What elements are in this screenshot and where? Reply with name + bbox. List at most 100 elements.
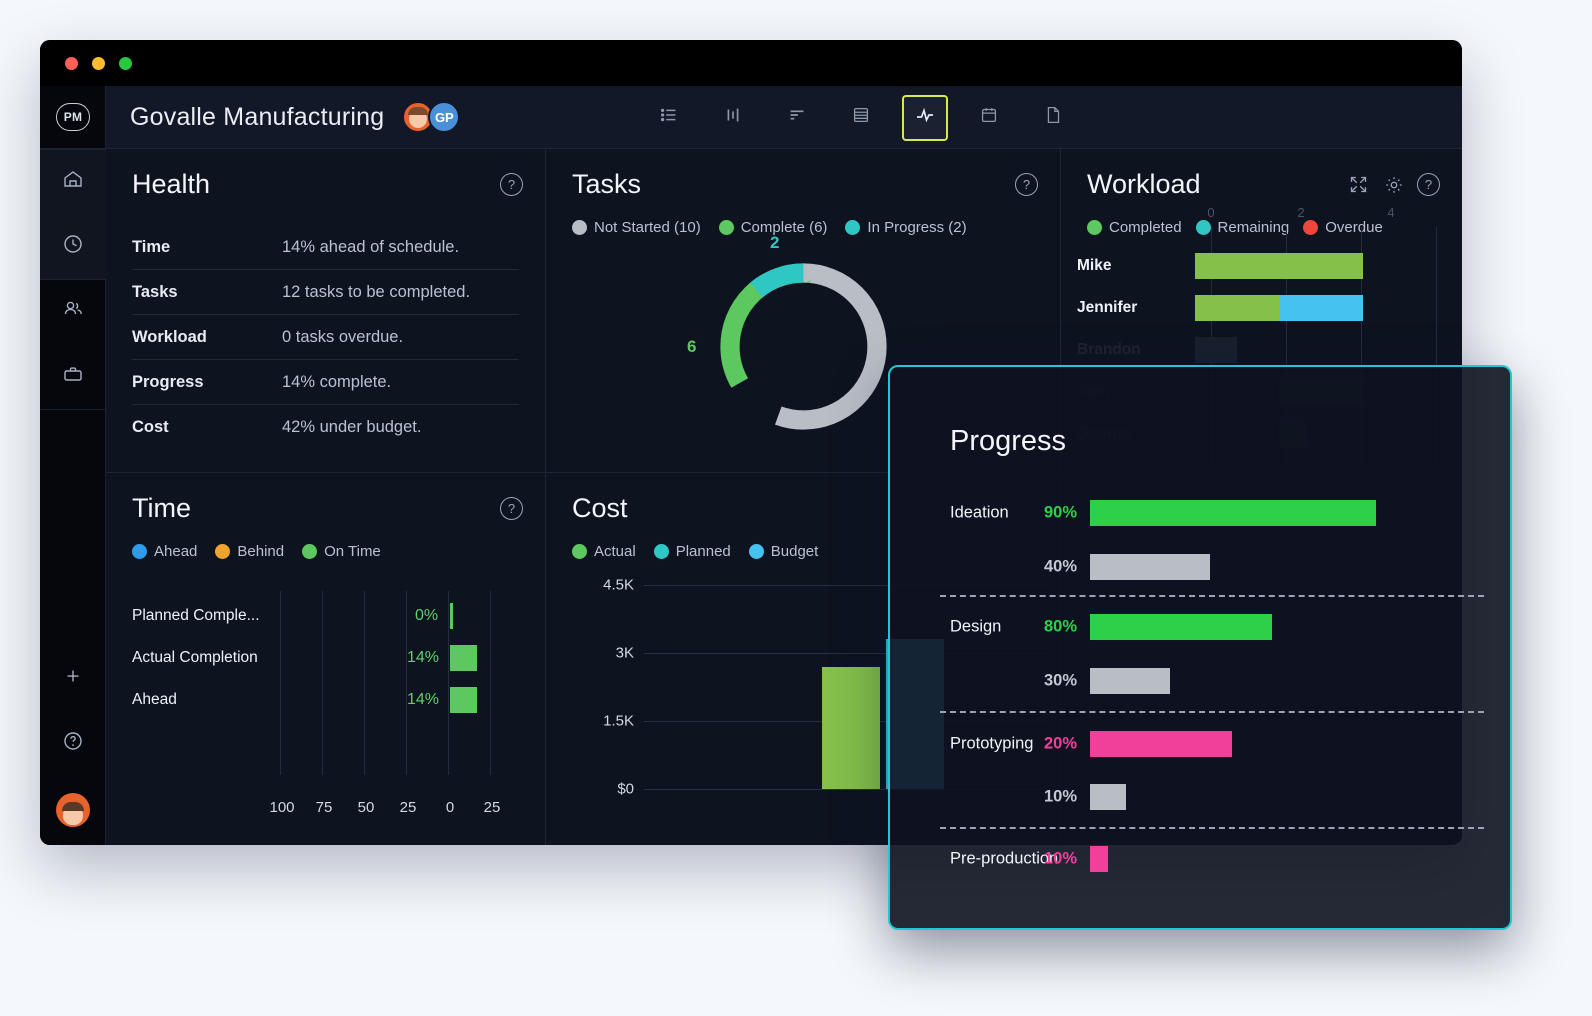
bar-completed [1195, 253, 1363, 279]
app-logo[interactable]: PM [40, 86, 106, 149]
legend-label: Behind [237, 543, 285, 560]
tasks-donut-chart: 2 6 [687, 233, 891, 434]
maximize-window-button[interactable] [119, 57, 132, 70]
gantt-icon [786, 104, 808, 131]
legend-item[interactable]: Planned [653, 543, 731, 560]
legend-swatch [572, 220, 587, 235]
file-icon [1042, 104, 1064, 131]
legend-label: Completed [1109, 219, 1182, 236]
panel-title: Cost [572, 493, 628, 523]
progress-secondary-bar [1090, 784, 1126, 810]
axis-tick: 4 [1387, 205, 1395, 220]
close-window-button[interactable] [65, 57, 78, 70]
legend-swatch [302, 544, 318, 559]
pulse-icon [913, 103, 937, 132]
bar-remaining [1279, 295, 1363, 321]
legend-label: In Progress (2) [867, 219, 967, 236]
legend-swatch [748, 544, 764, 559]
legend-item[interactable]: Ahead [132, 543, 197, 560]
sidebar-user-avatar[interactable] [56, 793, 90, 827]
legend-item[interactable]: Budget [748, 543, 818, 560]
tab-pages[interactable] [1030, 95, 1076, 141]
sidebar-help-button[interactable] [40, 711, 106, 776]
panel-health: Health ? Time 14% ahead of schedule. Tas… [106, 149, 546, 473]
legend-swatch [132, 544, 147, 559]
progress-primary-bar [1090, 614, 1272, 640]
legend-label: Ahead [154, 543, 198, 560]
tab-sheet[interactable] [838, 95, 884, 141]
progress-primary-pct: 20% [1044, 734, 1078, 753]
time-label: Actual Completion [132, 649, 258, 666]
panel-title: Health [132, 169, 211, 199]
panel-title: Tasks [572, 169, 642, 199]
workload-row: Jennifer [1077, 287, 1462, 329]
workload-row: Mike [1077, 245, 1462, 287]
time-label: Ahead [132, 691, 177, 708]
clock-icon [61, 232, 85, 261]
sidebar-item-portfolio[interactable] [40, 344, 106, 409]
health-value: 42% under budget. [282, 418, 422, 436]
legend-item[interactable]: Not Started (10) [572, 219, 701, 236]
legend-swatch [653, 544, 669, 559]
sidebar-add-button[interactable] [40, 646, 106, 711]
axis-tick: 100 [269, 799, 295, 816]
legend-item[interactable]: On Time [302, 543, 381, 560]
time-legend: Ahead Behind On Time [132, 543, 381, 560]
axis-tick: 0 [445, 799, 455, 816]
legend-swatch [215, 544, 231, 559]
member-avatar-initials[interactable]: GP [428, 101, 461, 133]
legend-item[interactable]: In Progress (2) [845, 219, 967, 236]
board-icon [722, 104, 744, 131]
panel-workload-header: Workload ? [1087, 169, 1440, 200]
help-icon[interactable]: ? [1015, 173, 1038, 196]
progress-divider [940, 595, 1484, 597]
tab-board[interactable] [710, 95, 756, 141]
time-row: Ahead 14% [132, 679, 525, 721]
project-members[interactable]: GP [402, 101, 466, 133]
list-icon [658, 104, 680, 131]
workload-bars [1195, 253, 1462, 279]
tab-gantt[interactable] [774, 95, 820, 141]
legend-item[interactable]: Behind [215, 543, 284, 560]
window-titlebar [40, 40, 1462, 86]
legend-item[interactable]: Completed [1087, 219, 1182, 236]
tab-list[interactable] [646, 95, 692, 141]
time-label: Planned Comple... [132, 607, 260, 624]
help-icon[interactable]: ? [500, 173, 523, 196]
health-value: 12 tasks to be completed. [282, 282, 471, 301]
tab-calendar[interactable] [966, 95, 1012, 141]
expand-icon[interactable] [1347, 173, 1370, 196]
sidebar-item-recent[interactable] [40, 214, 106, 279]
workload-bars [1195, 295, 1462, 321]
panel-time-header: Time ? [132, 493, 523, 524]
sidebar-item-people[interactable] [40, 279, 106, 344]
bar-actual [822, 667, 880, 789]
minimize-window-button[interactable] [92, 57, 105, 70]
people-icon [61, 297, 85, 326]
progress-primary-bar [1090, 846, 1108, 872]
health-key: Progress [132, 372, 204, 391]
gear-icon[interactable] [1382, 173, 1405, 196]
sidebar: PM [40, 86, 106, 845]
help-icon[interactable]: ? [1417, 173, 1440, 196]
legend-label: Planned [675, 543, 731, 560]
avatar-hair [408, 107, 429, 115]
help-icon[interactable]: ? [500, 497, 523, 520]
progress-phase-label: Design [950, 617, 1002, 636]
progress-secondary-bar [1090, 554, 1210, 580]
legend-label: Not Started (10) [594, 219, 701, 236]
health-value: 0 tasks overdue. [282, 327, 404, 346]
time-chart: Planned Comple... 0% Actual Completion 1… [132, 591, 525, 821]
tab-dashboard[interactable] [902, 94, 948, 141]
axis-tick: $0 [617, 780, 634, 798]
table-row: Time 14% ahead of schedule. [132, 225, 519, 270]
workload-name: Jennifer [1077, 299, 1138, 316]
bar [450, 603, 453, 629]
sidebar-item-home[interactable] [40, 149, 106, 214]
health-value: 14% ahead of schedule. [282, 237, 460, 256]
legend-item[interactable]: Actual [572, 543, 636, 560]
progress-secondary-pct: 30% [1044, 671, 1078, 690]
workload-name: Brandon [1077, 341, 1141, 358]
axis-tick: 0 [1207, 205, 1215, 220]
legend-swatch [572, 544, 587, 559]
